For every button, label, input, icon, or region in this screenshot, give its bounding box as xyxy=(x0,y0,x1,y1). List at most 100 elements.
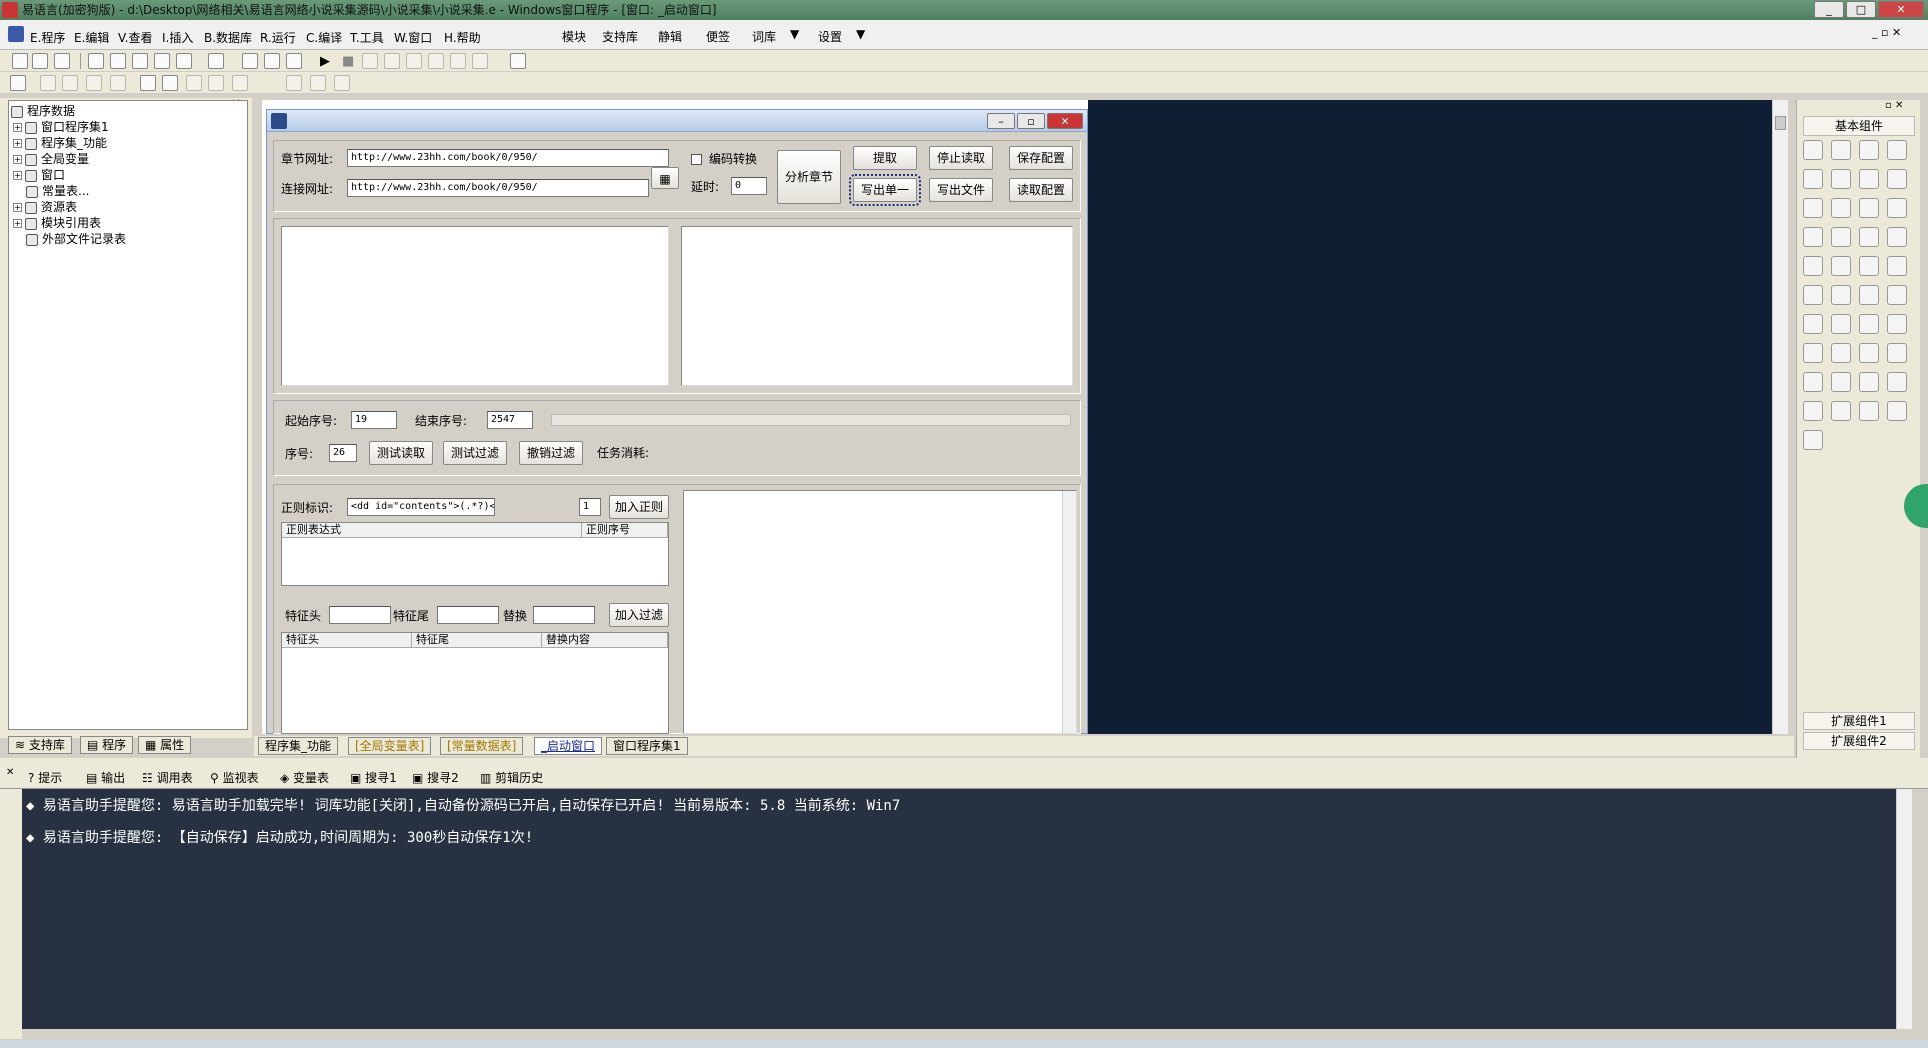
filter-table[interactable]: 特征头 特征尾 替换内容 xyxy=(281,632,669,734)
tree-item-external-files[interactable]: 外部文件记录表 xyxy=(26,231,126,247)
find-icon[interactable] xyxy=(208,53,224,69)
same-size-icon[interactable] xyxy=(232,75,248,91)
add-regex-button[interactable]: 加入正则 xyxy=(609,495,669,519)
space-h-icon[interactable] xyxy=(186,75,202,91)
printer-icon[interactable] xyxy=(1831,343,1851,363)
menu-module[interactable]: 模块 xyxy=(562,28,586,45)
chapter-list-box[interactable] xyxy=(281,226,669,386)
text-icon[interactable] xyxy=(1859,169,1879,189)
shape-icon[interactable] xyxy=(1887,140,1907,160)
calendar-icon[interactable] xyxy=(1803,314,1823,334)
same-height-icon[interactable] xyxy=(310,75,326,91)
panel-icon[interactable] xyxy=(1887,256,1907,276)
slider-icon[interactable] xyxy=(1859,314,1879,334)
cut-icon[interactable] xyxy=(88,53,104,69)
pointer-icon[interactable] xyxy=(1803,140,1823,160)
save-icon[interactable] xyxy=(54,53,70,69)
line-icon[interactable] xyxy=(1887,169,1907,189)
link-url-input[interactable]: http://www.23hh.com/book/0/950/ xyxy=(347,179,649,197)
read-config-button[interactable]: 读取配置 xyxy=(1009,178,1073,202)
scroll-icon[interactable] xyxy=(1887,227,1907,247)
analyze-chapter-button[interactable]: 分析章节 xyxy=(777,150,841,204)
doc-tab-func-set[interactable]: 程序集_功能 xyxy=(258,737,339,755)
encode-checkbox[interactable] xyxy=(691,154,702,165)
menu-compile[interactable]: C.编译 xyxy=(306,29,342,46)
layout1-icon[interactable] xyxy=(242,53,258,69)
space-v-icon[interactable] xyxy=(208,75,224,91)
doc-tab-startup-window[interactable]: _启动窗口 xyxy=(534,737,603,755)
scroll-thumb[interactable] xyxy=(1775,116,1786,130)
tree-item-window[interactable]: + 窗口 xyxy=(13,167,65,183)
feat-tail-input[interactable] xyxy=(437,606,499,624)
minimize-button[interactable]: _ xyxy=(1814,1,1844,18)
undo-filter-button[interactable]: 撤销过滤 xyxy=(519,441,583,465)
grid-icon[interactable] xyxy=(10,75,26,91)
socket-icon[interactable] xyxy=(1803,372,1823,392)
grid-icon[interactable] xyxy=(1803,285,1823,305)
tab-support-lib[interactable]: ≋ 支持库 xyxy=(8,736,72,754)
tabs-icon[interactable] xyxy=(1887,372,1907,392)
menu-run[interactable]: R.运行 xyxy=(260,29,296,46)
test-read-button[interactable]: 测试读取 xyxy=(369,441,433,465)
maximize-button[interactable]: □ xyxy=(1846,1,1876,18)
indent-icon[interactable] xyxy=(1859,256,1879,276)
lexicon-dropdown-icon[interactable]: ▼ xyxy=(790,27,799,41)
close-button[interactable]: ✕ xyxy=(1878,1,1924,18)
seq-input[interactable]: 26 xyxy=(329,444,357,462)
odbc-icon[interactable] xyxy=(1887,401,1907,421)
output-scrollbar[interactable] xyxy=(1896,789,1912,1029)
bracket-icon[interactable] xyxy=(1831,256,1851,276)
network2-icon[interactable] xyxy=(1887,343,1907,363)
web-icon[interactable] xyxy=(1831,372,1851,392)
result-text-box[interactable] xyxy=(683,490,1077,734)
window-icon[interactable] xyxy=(1859,372,1879,392)
save-config-button[interactable]: 保存配置 xyxy=(1009,146,1073,170)
palette-dock-controls[interactable]: ▫ ✕ xyxy=(1885,100,1903,111)
step-out-icon[interactable] xyxy=(406,53,422,69)
menu-database[interactable]: B.数据库 xyxy=(204,29,252,46)
delay-input[interactable]: 0 xyxy=(731,177,767,195)
out-tab-search2[interactable]: ▣ 搜寻2 xyxy=(412,769,459,786)
align-left-icon[interactable] xyxy=(40,75,56,91)
out-tab-callstack[interactable]: ☷ 调用表 xyxy=(142,769,193,786)
write-file-button[interactable]: 写出文件 xyxy=(929,178,993,202)
database2-icon[interactable] xyxy=(1831,401,1851,421)
splitter[interactable] xyxy=(0,758,1928,765)
doc-icon[interactable] xyxy=(1887,285,1907,305)
replace-input[interactable] xyxy=(533,606,595,624)
doc-tab-window-set1[interactable]: 窗口程序集1 xyxy=(606,737,688,755)
palette-title[interactable]: 基本组件 xyxy=(1803,116,1915,136)
test-filter-button[interactable]: 测试过滤 xyxy=(443,441,507,465)
menu-notes[interactable]: 便签 xyxy=(706,28,730,45)
designer-scrollbar[interactable] xyxy=(1772,100,1788,734)
tree-item-globals[interactable]: + 全局变量 xyxy=(13,151,89,167)
doc-tab-constants[interactable]: [常量数据表] xyxy=(440,737,524,755)
tree-item-func-set[interactable]: + 程序集_功能 xyxy=(13,135,107,151)
result-scrollbar[interactable] xyxy=(1062,491,1076,733)
menu-support-lib[interactable]: 支持库 xyxy=(602,28,638,45)
step-into-icon[interactable] xyxy=(384,53,400,69)
tab-program[interactable]: ▤ 程序 xyxy=(80,736,134,754)
step-icon[interactable] xyxy=(362,53,378,69)
new-file-icon[interactable] xyxy=(12,53,28,69)
tab-properties[interactable]: ▦ 属性 xyxy=(138,736,192,754)
menu-lexicon[interactable]: 词库 xyxy=(752,28,776,45)
out-tab-variables[interactable]: ◈ 变量表 xyxy=(280,769,329,786)
spreadsheet-icon[interactable] xyxy=(1887,314,1907,334)
calendar-picker-button[interactable]: ▦ xyxy=(651,167,679,189)
palette-ext1[interactable]: 扩展组件1 xyxy=(1803,712,1915,730)
picture-icon[interactable] xyxy=(1859,140,1879,160)
out-tab-clip-history[interactable]: ▥ 剪辑历史 xyxy=(480,769,543,786)
tree-root[interactable]: 程序数据 xyxy=(11,103,75,119)
table-icon[interactable] xyxy=(1887,198,1907,218)
database-icon[interactable] xyxy=(1803,401,1823,421)
frame-icon[interactable] xyxy=(1831,169,1851,189)
listbox-icon[interactable] xyxy=(1803,227,1823,247)
out-tab-search1[interactable]: ▣ 搜寻1 xyxy=(350,769,397,786)
image-icon[interactable] xyxy=(1859,285,1879,305)
align-right-icon[interactable] xyxy=(62,75,78,91)
out-tab-output[interactable]: ▤ 输出 xyxy=(86,769,125,786)
timer-icon[interactable] xyxy=(1803,343,1823,363)
chart-icon[interactable] xyxy=(1859,401,1879,421)
stop-read-button[interactable]: 停止读取 xyxy=(929,146,993,170)
